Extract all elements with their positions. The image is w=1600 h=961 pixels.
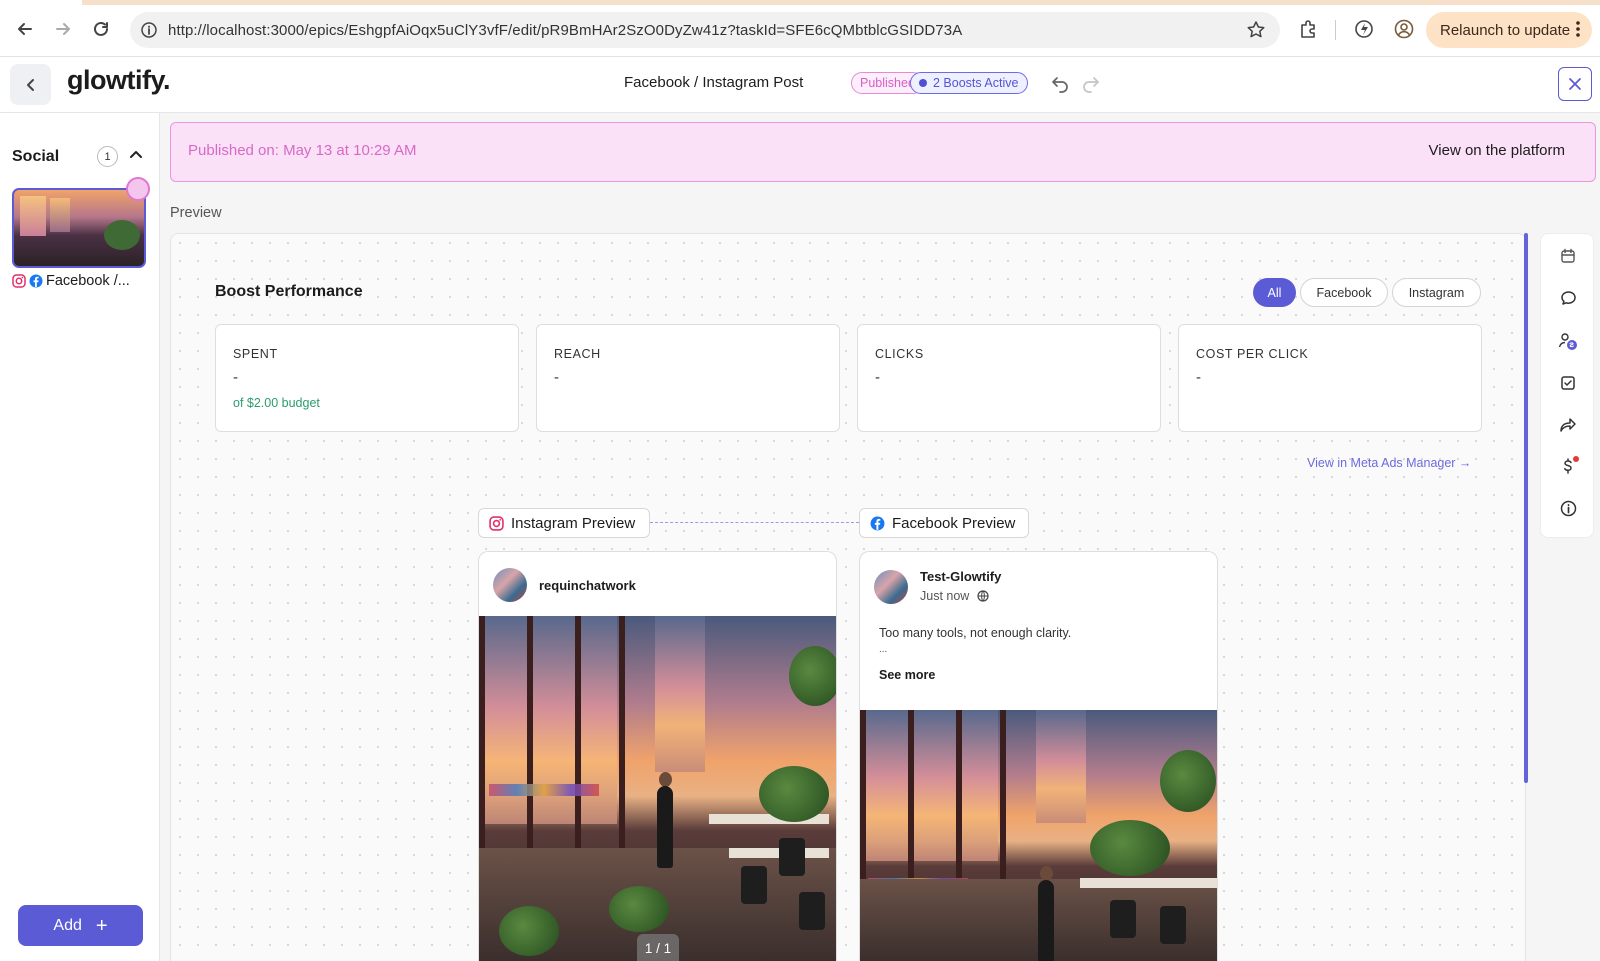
facebook-preview-card: Test-Glowtify Just now Too many tools, n… (859, 551, 1218, 961)
view-on-platform-link[interactable]: View on the platform (1429, 142, 1565, 159)
facebook-page-name: Test-Glowtify (920, 569, 1002, 584)
post-body-ellipsis: ... (879, 644, 888, 655)
site-info-icon[interactable] (140, 21, 158, 39)
chevron-up-icon[interactable] (127, 146, 145, 164)
metric-value: - (233, 369, 238, 386)
plus-icon: + (95, 914, 108, 937)
preview-connector-line (650, 522, 859, 523)
published-date-text: Published on: May 13 at 10:29 AM (188, 142, 417, 159)
globe-icon (977, 590, 989, 602)
avatar (493, 568, 527, 602)
facebook-icon (29, 274, 43, 288)
assign-user-icon[interactable] (1558, 331, 1578, 351)
facebook-preview-label: Facebook Preview (892, 514, 1016, 532)
active-tab-edge[interactable] (0, 0, 82, 5)
close-icon (1569, 78, 1581, 90)
post-body-text: Too many tools, not enough clarity. (879, 626, 1072, 640)
carousel-counter: 1 / 1 (637, 934, 679, 961)
avatar (874, 570, 908, 604)
address-bar[interactable]: http://localhost:3000/epics/EshgpfAiOqx5… (130, 12, 1280, 48)
metric-card-clicks: CLICKS - (857, 324, 1161, 432)
page-title: Facebook / Instagram Post (624, 74, 804, 91)
boosts-badge[interactable]: 2 Boosts Active (910, 72, 1029, 94)
published-banner: Published on: May 13 at 10:29 AM View on… (170, 122, 1596, 182)
sidebar-item-facebook-instagram[interactable]: Facebook /... (12, 273, 130, 289)
back-arrow-icon[interactable] (14, 18, 36, 40)
instagram-preview-tag[interactable]: Instagram Preview (478, 508, 650, 538)
metric-value: - (875, 369, 880, 386)
instagram-preview-label: Instagram Preview (511, 514, 636, 532)
tab-strip (0, 0, 1600, 5)
instagram-icon (489, 515, 504, 531)
metric-card-spent: SPENT - of $2.00 budget (215, 324, 519, 432)
toolbar-divider (1335, 20, 1336, 40)
chevron-left-icon (26, 78, 34, 91)
see-more-link[interactable]: See more (879, 668, 935, 682)
canvas-scrollbar[interactable] (1524, 233, 1528, 783)
more-vertical-icon[interactable] (1576, 20, 1580, 38)
calendar-icon[interactable] (1558, 246, 1578, 266)
instagram-icon (12, 274, 26, 288)
left-sidebar: Social 1 Facebook /... Add + (0, 113, 160, 961)
instagram-post-image[interactable]: 1 / 1 (479, 616, 836, 961)
preview-section-label: Preview (170, 205, 222, 221)
browser-toolbar: http://localhost:3000/epics/EshgpfAiOqx5… (0, 0, 1600, 57)
instagram-preview-card: requinchatwork 1 / 1 (478, 551, 837, 961)
metric-label: REACH (554, 347, 601, 361)
extension-icon[interactable] (1353, 18, 1375, 40)
metric-card-cost-per-click: COST PER CLICK - (1178, 324, 1482, 432)
metric-card-reach: REACH - (536, 324, 840, 432)
metric-value: - (554, 369, 559, 386)
add-button-label: Add (53, 916, 82, 934)
sidebar-count-badge: 1 (97, 146, 118, 167)
facebook-icon (870, 516, 885, 530)
bookmark-star-icon[interactable] (1246, 20, 1266, 40)
instagram-username: requinchatwork (539, 578, 636, 593)
share-icon[interactable] (1558, 415, 1578, 435)
active-dot-icon (919, 79, 927, 87)
thumbnail-status-dot (126, 177, 150, 201)
add-button[interactable]: Add + (18, 905, 143, 946)
sidebar-section-title: Social (12, 148, 60, 165)
forward-arrow-icon[interactable] (52, 18, 74, 40)
metric-label: CLICKS (875, 347, 924, 361)
reload-icon[interactable] (90, 18, 112, 40)
back-button[interactable] (10, 64, 51, 105)
dollar-icon[interactable] (1558, 456, 1579, 476)
comment-icon[interactable] (1558, 288, 1578, 308)
metric-budget-text: of $2.00 budget (233, 396, 320, 410)
extensions-icon[interactable] (1297, 18, 1319, 40)
task-checkbox-icon[interactable] (1558, 373, 1578, 393)
redo-icon[interactable] (1081, 73, 1101, 93)
right-toolbar (1540, 233, 1594, 538)
facebook-preview-tag[interactable]: Facebook Preview (859, 508, 1029, 538)
boost-performance-title: Boost Performance (215, 283, 363, 300)
filter-facebook-button[interactable]: Facebook (1300, 278, 1388, 307)
url-text[interactable]: http://localhost:3000/epics/EshgpfAiOqx5… (168, 22, 962, 39)
app-logo[interactable]: glowtify. (67, 65, 171, 96)
filter-instagram-button[interactable]: Instagram (1392, 278, 1481, 307)
close-button[interactable] (1558, 67, 1592, 101)
metric-value: - (1196, 369, 1201, 386)
notification-dot (1573, 456, 1579, 462)
app-header: glowtify. Facebook / Instagram Post Publ… (0, 57, 1600, 113)
meta-ads-manager-link[interactable]: View in Meta Ads Manager → (1307, 456, 1471, 470)
profile-icon[interactable] (1393, 18, 1415, 40)
post-thumbnail[interactable] (12, 188, 146, 268)
metric-label: COST PER CLICK (1196, 347, 1309, 361)
sidebar-item-label: Facebook /... (46, 273, 130, 289)
post-time-label: Just now (920, 589, 970, 603)
post-time: Just now (920, 589, 989, 603)
filter-all-button[interactable]: All (1253, 278, 1296, 307)
info-icon[interactable] (1558, 498, 1578, 518)
metric-label: SPENT (233, 347, 278, 361)
relaunch-label: Relaunch to update (1440, 21, 1571, 39)
relaunch-button[interactable]: Relaunch to update (1426, 12, 1592, 48)
boosts-badge-label: 2 Boosts Active (933, 76, 1019, 90)
undo-icon[interactable] (1050, 73, 1070, 93)
facebook-post-image[interactable] (860, 710, 1217, 961)
